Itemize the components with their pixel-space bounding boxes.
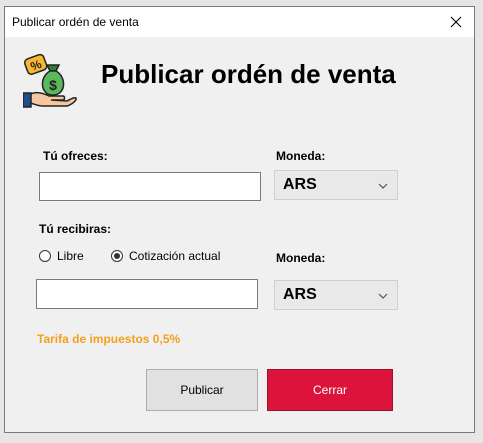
chevron-down-icon [378,183,388,189]
offer-currency-label: Moneda: [276,149,326,163]
offer-label: Tú ofreces: [43,149,108,163]
radio-cotizacion-label: Cotización actual [129,249,221,263]
radio-libre-label: Libre [57,249,84,263]
offer-currency-select[interactable]: ARS [274,170,398,200]
receive-amount-input[interactable] [36,279,258,309]
window-close-button[interactable] [438,7,474,37]
publish-button[interactable]: Publicar [146,369,258,411]
offer-currency-value: ARS [283,176,317,193]
title-bar: Publicar ordén de venta [5,7,474,37]
radio-cotizacion-circle [111,250,123,262]
window-title: Publicar ordén de venta [12,15,139,29]
chevron-down-icon [378,293,388,299]
receive-currency-select[interactable]: ARS [274,280,398,310]
offer-amount-input[interactable] [39,172,261,201]
money-bag-hand-icon: % $ [23,53,77,108]
receive-label: Tú recibiras: [39,222,112,236]
tax-rate-text: Tarifa de impuestos 0,5% [37,332,181,346]
close-button[interactable]: Cerrar [267,369,393,411]
radio-libre-circle [39,250,51,262]
radio-libre[interactable]: Libre [39,249,84,263]
close-icon [450,16,462,28]
page-title: Publicar ordén de venta [101,59,396,89]
svg-text:$: $ [49,77,57,93]
receive-currency-value: ARS [283,286,317,303]
receive-currency-label: Moneda: [276,251,326,265]
radio-cotizacion-actual[interactable]: Cotización actual [111,249,220,263]
dialog-window: Publicar ordén de venta % $ Publicar ord… [4,6,475,433]
